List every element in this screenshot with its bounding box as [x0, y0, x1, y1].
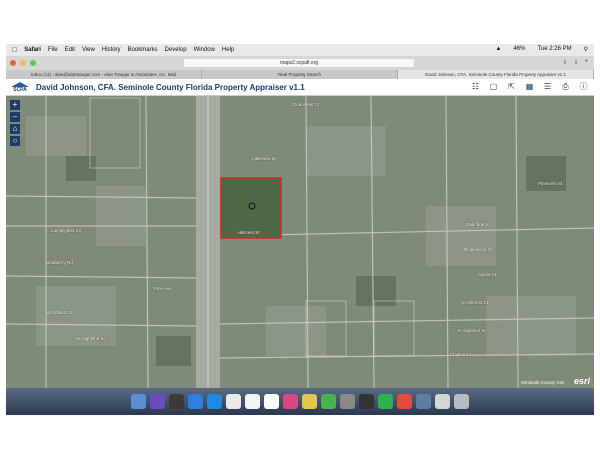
clock[interactable]: Tue 2:26 PM — [537, 46, 571, 53]
street-label: Lakeview Dr — [252, 156, 277, 161]
tab-inbox[interactable]: Inbox (11) - alan@alantrauger.com - Alan… — [6, 70, 202, 79]
address-bar[interactable]: maps2.scpafl.org — [184, 59, 414, 67]
calendar-icon[interactable] — [226, 394, 241, 409]
evernote-icon[interactable] — [378, 394, 393, 409]
street-label: Pine Ave — [154, 286, 172, 291]
identify-icon[interactable]: ☷ — [471, 82, 480, 91]
page-title: David Johnson, CFA. Seminole County Flor… — [36, 82, 305, 92]
map-view[interactable]: + – ⌂ ○ Lakeview Dr Clearwater Ct Lampli… — [6, 96, 594, 388]
stickies-icon[interactable] — [302, 394, 317, 409]
menu-item[interactable]: Safari — [24, 47, 41, 53]
share-icon[interactable]: ⇧ — [573, 59, 578, 66]
battery-percent: 46% — [513, 46, 526, 52]
download-icon[interactable]: ⇩ — [562, 59, 567, 66]
menu-item[interactable]: Edit — [65, 47, 75, 53]
trash-icon[interactable] — [454, 394, 469, 409]
finder-icon[interactable] — [131, 394, 146, 409]
measure-icon[interactable]: ⇱ — [507, 82, 516, 91]
street-label: Hillcrest St — [238, 230, 260, 235]
folder-icon[interactable] — [435, 394, 450, 409]
app-header: SCPA David Johnson, CFA. Seminole County… — [6, 79, 594, 96]
zoom-in-button[interactable]: + — [10, 100, 20, 110]
mail-icon[interactable] — [416, 394, 431, 409]
street-label: E Highland St — [458, 328, 486, 333]
select-icon[interactable]: ▢ — [489, 82, 498, 91]
new-tab-icon[interactable]: + — [584, 59, 588, 66]
toolbar-icons: ⇩ ⇧ + — [562, 59, 588, 66]
chrome-icon[interactable] — [397, 394, 412, 409]
map-attribution: Seminole County GIS — [520, 380, 564, 385]
notes-icon[interactable] — [245, 394, 260, 409]
photos-icon[interactable] — [283, 394, 298, 409]
preview-icon[interactable] — [340, 394, 355, 409]
print-icon[interactable]: ⎙ — [561, 82, 570, 91]
street-label: E Hillcrest Ct — [462, 300, 489, 305]
tab-real-property-search[interactable]: Real Property Search — [202, 70, 398, 79]
menu-item[interactable]: View — [82, 47, 95, 53]
browser-toolbar: maps2.scpafl.org ⇩ ⇧ + — [6, 56, 594, 70]
street-label: Clayton Ct — [450, 352, 472, 357]
menubar-status: ▲ 46% Tue 2:26 PM ⚲ — [488, 46, 588, 53]
home-button[interactable]: ⌂ — [10, 124, 20, 134]
menu-item[interactable]: File — [48, 47, 58, 53]
close-window-button[interactable] — [10, 60, 16, 66]
street-label: Lamplighter Cir — [51, 228, 82, 233]
search-icon[interactable]: ⚲ — [584, 46, 588, 53]
esri-logo: esri — [573, 376, 590, 386]
system-preferences-icon[interactable] — [359, 394, 374, 409]
app-store-icon[interactable] — [188, 394, 203, 409]
layers-icon[interactable]: ☰ — [543, 82, 552, 91]
menu-item[interactable]: Window — [194, 47, 215, 53]
aerial-imagery — [6, 96, 594, 388]
street-label: W Highland St — [76, 336, 105, 341]
street-label: Bradberry Rd — [46, 260, 73, 265]
zoom-out-button[interactable]: – — [10, 112, 20, 122]
menu-item[interactable]: Develop — [165, 47, 187, 53]
minimize-window-button[interactable] — [20, 60, 26, 66]
street-label: Oakridge St — [466, 222, 490, 227]
street-label: Ridgewood St — [464, 247, 493, 252]
menu-item[interactable]: Help — [222, 47, 234, 53]
zoom-controls: + – ⌂ ○ — [10, 100, 20, 146]
menu-item[interactable]: Bookmarks — [128, 47, 158, 53]
street-label: Clearwater Ct — [292, 102, 320, 107]
safari-icon[interactable] — [207, 394, 222, 409]
apple-icon[interactable]:  — [12, 47, 17, 54]
tab-property-appraiser[interactable]: David Johnson, CFA. Seminole County Flor… — [398, 70, 594, 79]
screenshot-frame:  Safari File Edit View History Bookmark… — [6, 44, 594, 415]
map-tools: ☷ ▢ ⇱ ▦ ☰ ⎙ ⓘ — [471, 82, 588, 91]
macos-dock — [6, 388, 594, 415]
numbers-icon[interactable] — [321, 394, 336, 409]
macos-menubar:  Safari File Edit View History Bookmark… — [6, 44, 594, 56]
street-label: Woodland Ct — [46, 310, 72, 315]
launchpad-icon[interactable] — [169, 394, 184, 409]
basemap-icon[interactable]: ▦ — [525, 82, 534, 91]
info-icon[interactable]: ⓘ — [579, 82, 588, 91]
scpa-logo: SCPA — [10, 81, 30, 94]
zoom-window-button[interactable] — [30, 60, 36, 66]
menu-item[interactable]: History — [102, 47, 121, 53]
street-label: Alpine St — [478, 272, 497, 277]
street-label: Pinecrest St — [538, 181, 563, 186]
reminders-icon[interactable] — [264, 394, 279, 409]
siri-icon[interactable] — [150, 394, 165, 409]
locate-button[interactable]: ○ — [10, 136, 20, 146]
tab-bar: Inbox (11) - alan@alantrauger.com - Alan… — [6, 70, 594, 79]
wifi-icon[interactable]: ▲ — [495, 46, 501, 53]
